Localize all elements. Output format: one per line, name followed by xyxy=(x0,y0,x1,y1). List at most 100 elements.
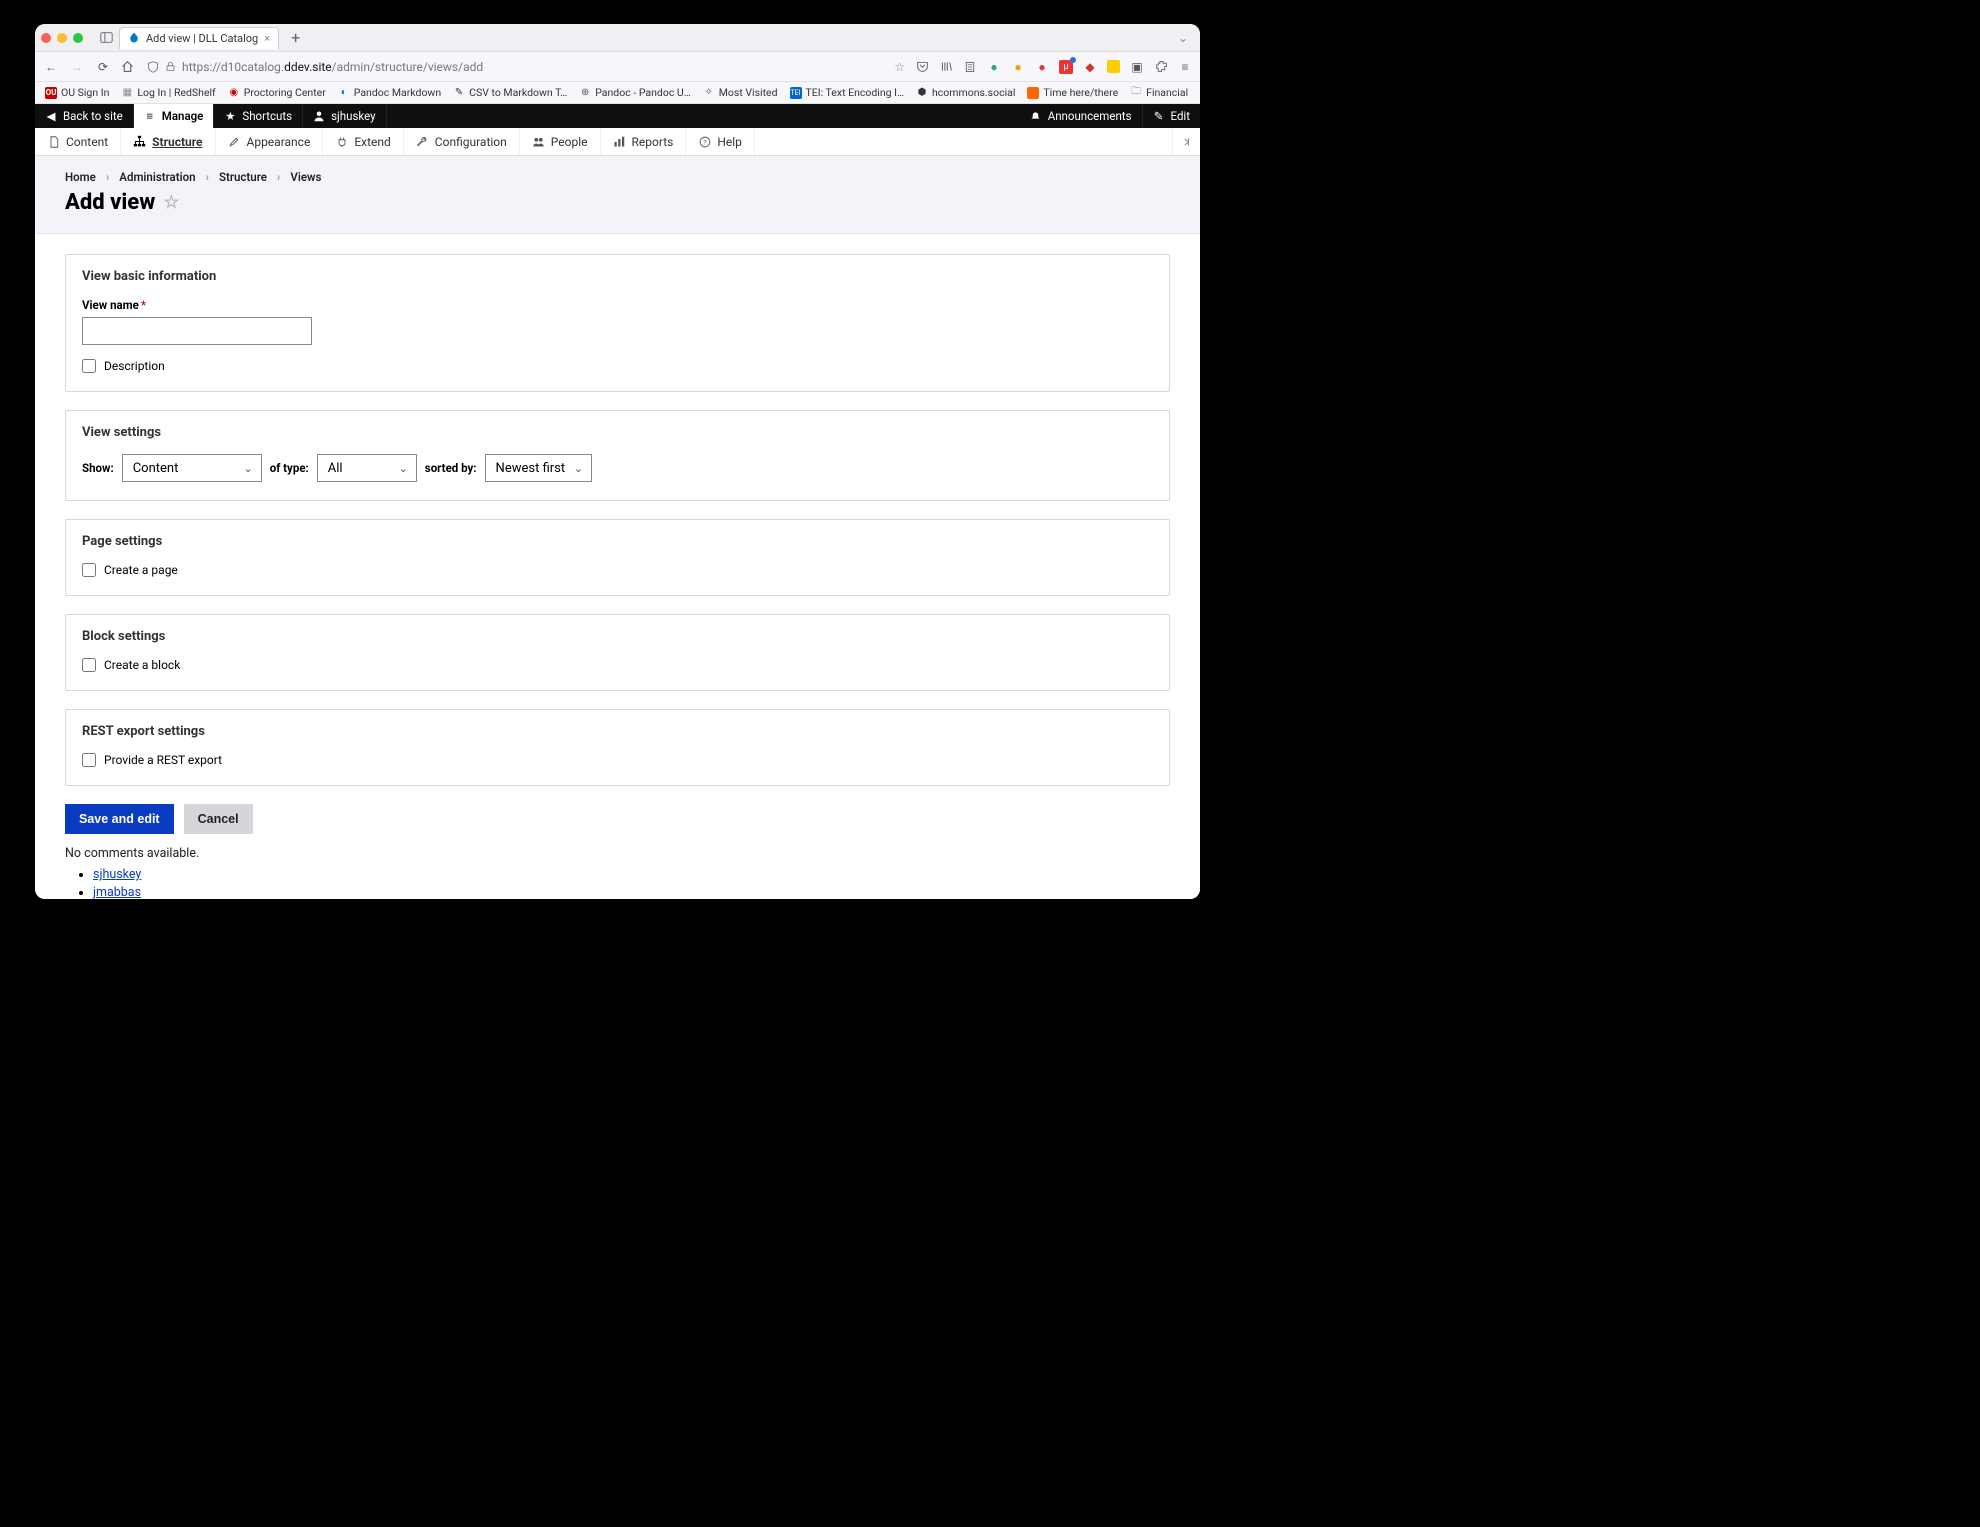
breadcrumb-link[interactable]: Structure xyxy=(219,170,267,184)
back-to-site-link[interactable]: ◀ Back to site xyxy=(35,104,134,128)
menu-extend[interactable]: Extend xyxy=(323,128,403,155)
menu-icon[interactable]: ≡ xyxy=(1178,60,1192,74)
back-button[interactable]: ← xyxy=(43,60,59,74)
panel-legend: REST export settings xyxy=(82,724,1153,739)
browser-tab[interactable]: Add view | DLL Catalog × xyxy=(119,27,279,49)
bookmark-item[interactable]: ▦Log In | RedShelf xyxy=(117,86,219,99)
bookmark-item[interactable]: ◐Pandoc Markdown xyxy=(334,86,445,99)
view-settings-panel: View settings Show: Content ⌄ of type: A… xyxy=(65,410,1170,501)
chevron-down-icon: ⌄ xyxy=(399,462,408,475)
help-icon: ? xyxy=(698,135,711,148)
library-icon[interactable] xyxy=(939,60,953,74)
close-window-button[interactable] xyxy=(41,33,51,43)
user-link[interactable]: jmabbas xyxy=(93,885,141,899)
pocket-icon[interactable] xyxy=(915,60,929,74)
shortcut-star-icon[interactable]: ☆ xyxy=(163,192,179,213)
browser-window: Add view | DLL Catalog × + ⌄ ← → ⟳ https… xyxy=(35,24,1200,899)
menu-people[interactable]: People xyxy=(520,128,601,155)
page-settings-panel: Page settings Create a page xyxy=(65,519,1170,596)
tab-bar: Add view | DLL Catalog × + ⌄ xyxy=(35,24,1200,52)
maximize-window-button[interactable] xyxy=(73,33,83,43)
create-block-checkbox[interactable] xyxy=(82,658,96,672)
user-list: sjhuskey jmabbas xyxy=(93,867,1170,899)
breadcrumb-link[interactable]: Administration xyxy=(119,170,195,184)
save-and-edit-button[interactable]: Save and edit xyxy=(65,804,174,834)
bookmark-item[interactable]: ◉Proctoring Center xyxy=(224,86,330,99)
forward-button[interactable]: → xyxy=(69,60,85,74)
toolbar-right-icons: ● ● ● μ ◆ ▣ ≡ xyxy=(915,60,1192,74)
sitemap-icon xyxy=(133,135,146,148)
rest-export-settings-panel: REST export settings Provide a REST expo… xyxy=(65,709,1170,786)
shortcuts-link[interactable]: ★ Shortcuts xyxy=(214,104,303,128)
bookmark-item[interactable]: Time here/there xyxy=(1023,86,1122,99)
bookmark-item[interactable]: TEITEI: Text Encoding I… xyxy=(786,86,909,99)
bookmark-item[interactable]: Overview & Support… xyxy=(1196,86,1200,99)
provide-rest-export-label: Provide a REST export xyxy=(104,753,222,767)
new-tab-button[interactable]: + xyxy=(285,28,306,47)
of-type-select[interactable]: All ⌄ xyxy=(317,454,417,482)
provide-rest-export-checkbox[interactable] xyxy=(82,753,96,767)
tab-close-icon[interactable]: × xyxy=(264,32,270,45)
list-item: jmabbas xyxy=(93,885,1170,899)
sorted-by-label: sorted by: xyxy=(425,461,477,475)
bell-icon xyxy=(1030,110,1042,122)
manage-toggle[interactable]: ≡ Manage xyxy=(134,104,215,128)
tab-title: Add view | DLL Catalog xyxy=(146,32,258,45)
cancel-button[interactable]: Cancel xyxy=(184,804,253,834)
chevron-left-icon: ◀ xyxy=(45,110,57,122)
ext-icon-1[interactable]: ● xyxy=(987,60,1001,74)
description-checkbox[interactable] xyxy=(82,359,96,373)
menu-content[interactable]: Content xyxy=(35,128,121,155)
show-label: Show: xyxy=(82,461,114,475)
home-button[interactable] xyxy=(121,60,137,73)
user-menu[interactable]: sjhuskey xyxy=(303,104,386,128)
panel-legend: View settings xyxy=(82,425,1153,440)
show-select[interactable]: Content ⌄ xyxy=(122,454,262,482)
reader-icon[interactable] xyxy=(963,60,977,74)
page-title: Add view ☆ xyxy=(65,190,1170,215)
minimize-window-button[interactable] xyxy=(57,33,67,43)
extensions-icon[interactable] xyxy=(1154,60,1168,74)
bookmark-item[interactable]: ⊕Pandoc - Pandoc U… xyxy=(575,86,695,99)
breadcrumb-link[interactable]: Home xyxy=(65,170,96,184)
bookmark-item[interactable]: ✎CSV to Markdown T… xyxy=(449,86,571,99)
view-name-input[interactable] xyxy=(82,317,312,345)
sorted-by-select[interactable]: Newest first ⌄ xyxy=(485,454,593,482)
bookmarks-bar: OUOU Sign In ▦Log In | RedShelf ◉Proctor… xyxy=(35,82,1200,104)
announcements-link[interactable]: Announcements xyxy=(1020,104,1143,128)
menu-reports[interactable]: Reports xyxy=(601,128,687,155)
edit-toggle[interactable]: ✎ Edit xyxy=(1143,104,1200,128)
svg-text:?: ? xyxy=(703,138,706,146)
bookmark-item[interactable]: OUOU Sign In xyxy=(41,86,113,99)
menu-structure[interactable]: Structure xyxy=(121,128,215,155)
address-field[interactable]: https://d10catalog.ddev.site/admin/struc… xyxy=(147,60,905,74)
bars-icon xyxy=(613,135,626,148)
ext-icon-3[interactable]: ● xyxy=(1035,60,1049,74)
menu-configuration[interactable]: Configuration xyxy=(404,128,520,155)
bookmark-item[interactable]: ⬢hcommons.social xyxy=(912,86,1019,99)
bookmark-folder[interactable]: 🗀Financial xyxy=(1126,86,1192,99)
bookmark-item[interactable]: ✧Most Visited xyxy=(699,86,782,99)
bookmark-star-icon[interactable]: ☆ xyxy=(894,60,905,74)
chevron-down-icon: ⌄ xyxy=(574,462,583,475)
sidebar-toggle-icon[interactable] xyxy=(99,31,113,44)
ext-icon-7[interactable]: ▣ xyxy=(1130,60,1144,74)
pencil-icon: ✎ xyxy=(1153,110,1165,122)
reload-button[interactable]: ⟳ xyxy=(95,60,111,74)
ext-icon-6[interactable] xyxy=(1107,60,1120,73)
menu-help[interactable]: ? Help xyxy=(686,128,755,155)
user-link[interactable]: sjhuskey xyxy=(93,867,141,882)
ext-icon-5[interactable]: ◆ xyxy=(1083,60,1097,74)
description-checkbox-label: Description xyxy=(104,359,165,373)
ext-icon-4[interactable]: μ xyxy=(1059,60,1073,74)
menu-appearance[interactable]: Appearance xyxy=(216,128,324,155)
chevron-right-icon: › xyxy=(106,170,109,184)
tabs-overflow-icon[interactable]: ⌄ xyxy=(1172,31,1194,45)
url-bar: ← → ⟳ https://d10catalog.ddev.site/admin… xyxy=(35,52,1200,82)
create-page-checkbox[interactable] xyxy=(82,563,96,577)
ext-icon-2[interactable]: ● xyxy=(1011,60,1025,74)
breadcrumb-link[interactable]: Views xyxy=(290,170,321,184)
toolbar-orientation-toggle[interactable] xyxy=(1172,128,1200,155)
drupal-toolbar: ◀ Back to site ≡ Manage ★ Shortcuts sjhu… xyxy=(35,104,1200,128)
doc-icon xyxy=(47,135,60,148)
